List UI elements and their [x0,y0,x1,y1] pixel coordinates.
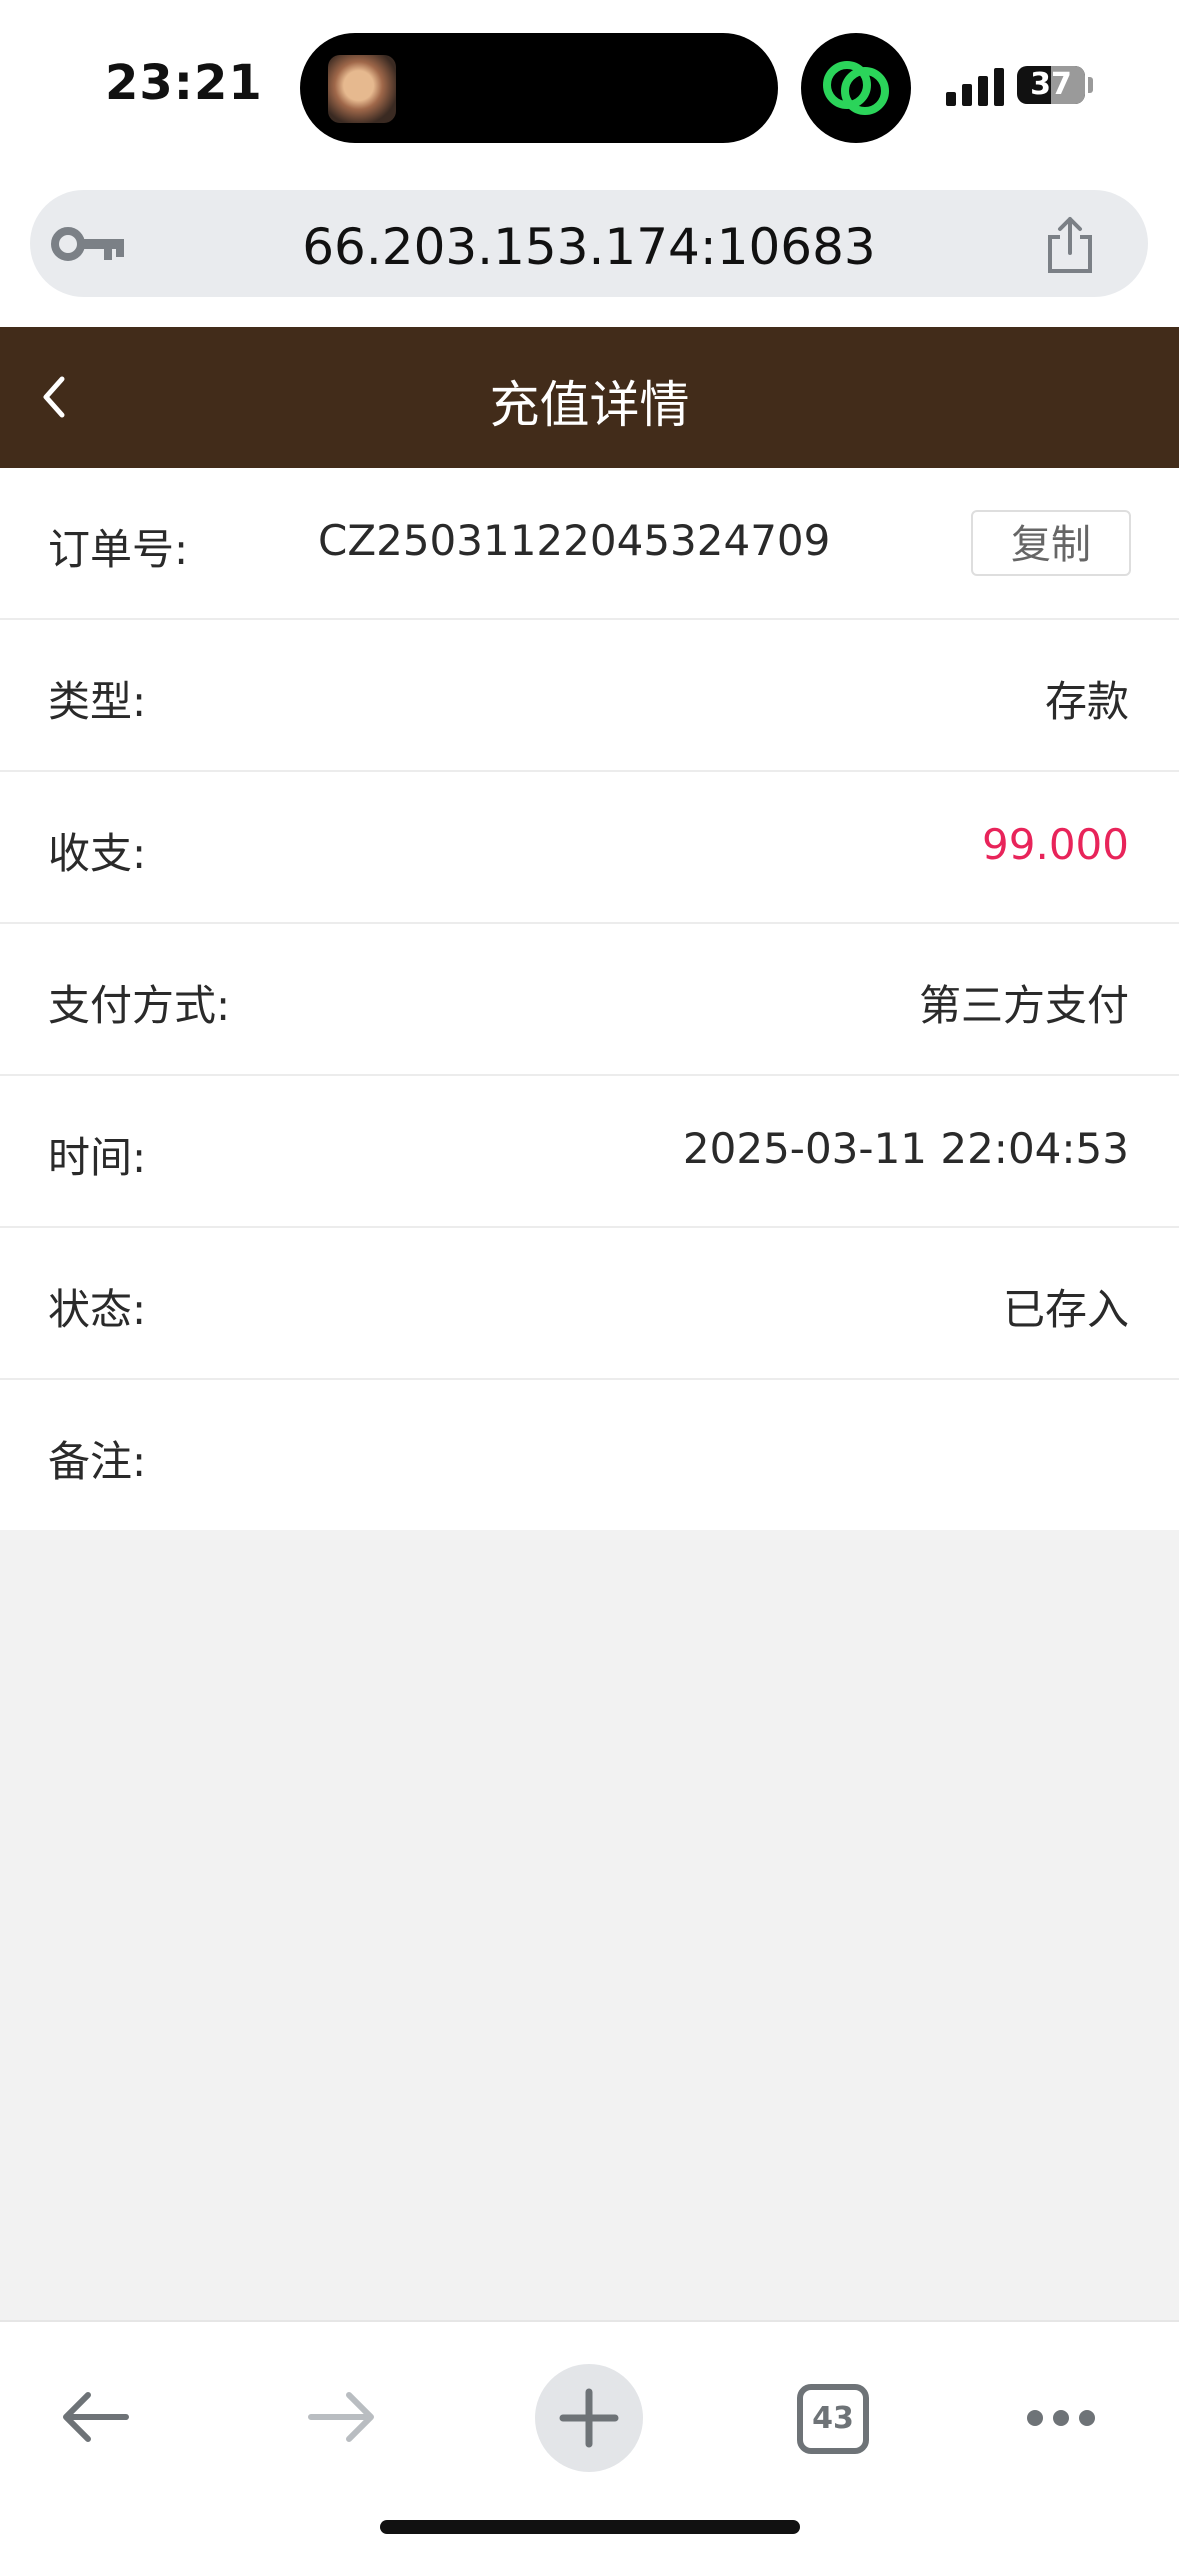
page-header: 充值详情 [0,327,1179,468]
home-indicator[interactable] [380,2520,800,2534]
type-value: 存款 [1044,677,1129,726]
order-label: 订单号: [48,525,189,574]
detail-row-time: 时间: 2025-03-11 22:04:53 [0,1076,1179,1228]
detail-row-amount: 收支: 99.000 [0,772,1179,924]
amount-label: 收支: [48,829,147,878]
time-label: 时间: [48,1133,147,1182]
plus-icon [559,2388,619,2448]
url-text[interactable]: 66.203.153.174:10683 [30,218,1148,276]
back-arrow-icon[interactable] [58,2387,132,2447]
type-label: 类型: [48,677,147,726]
payment-value: 第三方支付 [918,981,1129,1030]
share-icon[interactable] [1042,215,1098,275]
battery-icon: 37 [1017,66,1085,104]
status-bar: 23:21 37 [0,0,1179,170]
page-title: 充值详情 [489,376,690,434]
tabs-icon[interactable]: 43 [797,2384,869,2454]
recharge-detail-list: 订单号: CZ25031122045324709 复制 类型: 存款 收支: 9… [0,468,1179,1530]
browser-address-area: 66.203.153.174:10683 [0,170,1179,327]
copy-button[interactable]: 复制 [971,510,1131,576]
status-value: 已存入 [1002,1285,1129,1334]
status-time: 23:21 [105,55,263,111]
new-tab-button[interactable] [535,2364,643,2472]
browser-toolbar: 43 [0,2320,1179,2558]
forward-arrow-icon[interactable] [305,2387,379,2447]
detail-row-note: 备注: [0,1380,1179,1530]
detail-row-type: 类型: 存款 [0,620,1179,772]
status-label: 状态: [48,1285,147,1334]
now-playing-thumbnail[interactable] [328,55,396,123]
detail-row-payment: 支付方式: 第三方支付 [0,924,1179,1076]
amount-value: 99.000 [982,820,1129,869]
time-value: 2025-03-11 22:04:53 [682,1124,1129,1173]
more-icon[interactable] [1025,2407,1097,2429]
note-label: 备注: [48,1437,147,1486]
payment-label: 支付方式: [48,981,231,1030]
signal-icon [946,66,1006,106]
chat-app-icon[interactable] [801,33,911,143]
detail-row-order: 订单号: CZ25031122045324709 复制 [0,468,1179,620]
order-number: CZ25031122045324709 [318,516,831,565]
battery-nub [1088,77,1093,93]
battery-level: 37 [1030,67,1072,102]
dynamic-island[interactable] [300,33,778,143]
detail-row-status: 状态: 已存入 [0,1228,1179,1380]
url-bar[interactable]: 66.203.153.174:10683 [30,190,1148,297]
